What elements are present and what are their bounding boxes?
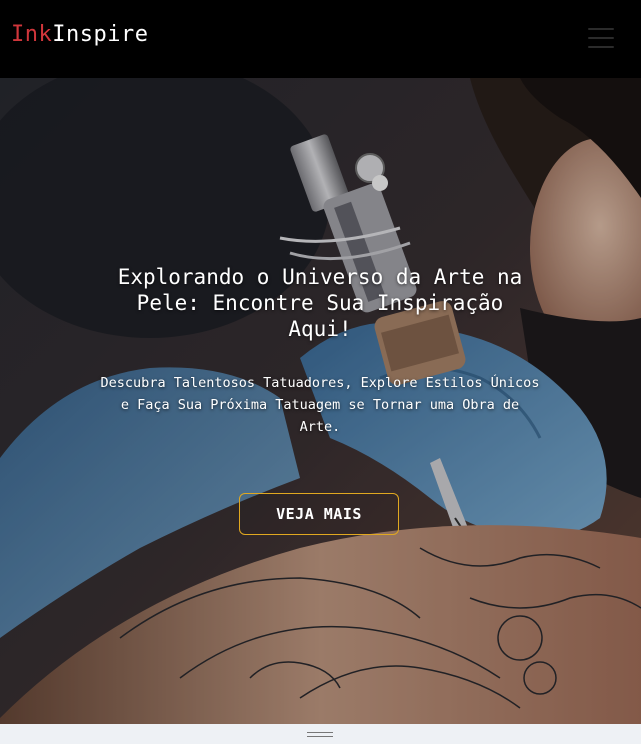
bottom-bar xyxy=(0,724,641,744)
hero-subtitle: Descubra Talentosos Tatuadores, Explore … xyxy=(100,375,540,435)
hero-section: Explorando o Universo da Arte na Pele: E… xyxy=(0,78,641,724)
hamburger-menu-icon[interactable] xyxy=(588,28,614,50)
resize-handle-icon[interactable] xyxy=(307,732,333,738)
navbar: InkInspire xyxy=(0,0,641,78)
brand-ink: Ink xyxy=(11,22,53,47)
hero-title: Explorando o Universo da Arte na Pele: E… xyxy=(117,265,523,341)
veja-mais-button[interactable]: VEJA MAIS xyxy=(239,493,399,535)
brand-inspire: Inspire xyxy=(52,22,149,47)
brand-logo[interactable]: InkInspire xyxy=(11,20,148,50)
